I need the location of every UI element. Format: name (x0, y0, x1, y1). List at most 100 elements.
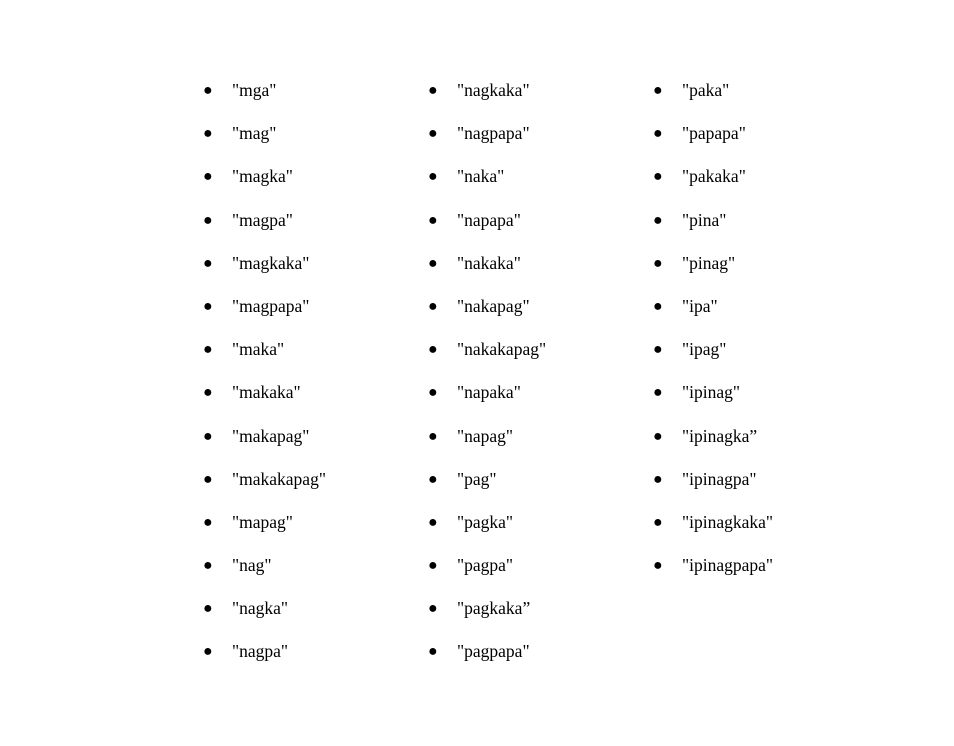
list-item-text: "magpapa" (232, 295, 310, 316)
list-item-text: "mag" (232, 123, 277, 144)
bullet-icon: ● (653, 470, 663, 488)
list-item-text: "pagpa" (457, 555, 514, 576)
list-item: ● "mapag" (203, 501, 326, 544)
bullet-icon: ● (653, 557, 663, 575)
list-item-text: "magkaka" (232, 252, 310, 273)
list-item: ● "papapa" (653, 112, 773, 155)
list-item: ● "ipinagka” (653, 415, 773, 458)
bullet-icon: ● (653, 427, 663, 445)
list-item: ● "pagpa" (428, 544, 546, 587)
list-item-text: "nagpa" (232, 641, 289, 662)
list-item: ● "napaka" (428, 371, 546, 414)
list-item-text: "makaka" (232, 382, 301, 403)
list-item: ● "pagkaka” (428, 587, 546, 630)
list-item: ● "makaka" (203, 371, 326, 414)
list-item-text: "ipinagpapa" (682, 555, 774, 576)
list-item-text: "makapag" (232, 425, 310, 446)
list-item: ● "nagka" (203, 587, 326, 630)
list-item: ● "ipinagpapa" (653, 544, 773, 587)
list-item: ● "napapa" (428, 199, 546, 242)
bullet-icon: ● (428, 427, 438, 445)
bullet-icon: ● (203, 427, 213, 445)
bullet-icon: ● (428, 211, 438, 229)
list-item: ● "magpapa" (203, 285, 326, 328)
bullet-icon: ● (428, 297, 438, 315)
list-item-text: "napapa" (457, 209, 521, 230)
list-item: ● "pinag" (653, 242, 773, 285)
bullet-icon: ● (203, 470, 213, 488)
bullet-icon: ● (203, 82, 213, 99)
prefix-list-column-3: ● "paka" ● "papapa" ● "pakaka" ● "pina" ● "pi… (653, 69, 773, 587)
bullet-icon: ● (653, 211, 663, 229)
list-item: ● "pakaka" (653, 155, 773, 198)
list-item: ● "pina" (653, 199, 773, 242)
list-item: ● "napag" (428, 415, 546, 458)
bullet-icon: ● (203, 125, 213, 143)
list-item-text: "napag" (457, 425, 514, 446)
list-item: ● "nagpapa" (428, 112, 546, 155)
list-item-text: "nagka" (232, 598, 289, 619)
bullet-icon: ● (653, 254, 663, 272)
list-item: ● "maka" (203, 328, 326, 371)
bullet-icon: ● (428, 557, 438, 575)
list-item-text: "nagpapa" (457, 123, 530, 144)
bullet-icon: ● (203, 643, 213, 661)
list-item: ● "nakapag" (428, 285, 546, 328)
bullet-icon: ● (428, 168, 438, 186)
list-item: ● "nakakapag" (428, 328, 546, 371)
bullet-icon: ● (203, 600, 213, 618)
list-item-text: "papapa" (682, 123, 746, 144)
list-item-text: "paka" (682, 80, 730, 100)
list-item-text: "ipag" (682, 339, 727, 360)
list-item: ● "ipag" (653, 328, 773, 371)
list-item-text: "ipinagpa" (682, 468, 757, 489)
prefix-list-column-2: ● "nagkaka" ● "nagpapa" ● "naka" ● "napapa" … (428, 69, 546, 674)
list-item: ● "ipinag" (653, 371, 773, 414)
list-item: ● "pag" (428, 458, 546, 501)
list-item-text: "ipa" (682, 295, 718, 316)
bullet-icon: ● (653, 168, 663, 186)
list-item: ● "ipinagkaka" (653, 501, 773, 544)
list-item: ● "makapag" (203, 415, 326, 458)
bullet-icon: ● (653, 125, 663, 143)
bullet-icon: ● (653, 384, 663, 402)
list-item-text: "napaka" (457, 382, 521, 403)
list-item-text: "magka" (232, 166, 293, 187)
list-item-text: "pakaka" (682, 166, 746, 187)
bullet-icon: ● (653, 82, 663, 99)
bullet-icon: ● (203, 384, 213, 402)
bullet-icon: ● (203, 341, 213, 359)
list-item-text: "makakapag" (232, 468, 326, 489)
bullet-icon: ● (428, 643, 438, 661)
list-item: ● "ipinagpa" (653, 458, 773, 501)
list-item-text: "nag" (232, 555, 272, 576)
bullet-icon: ● (653, 297, 663, 315)
list-item-text: "naka" (457, 166, 505, 187)
list-item-text: "pina" (682, 209, 727, 230)
bullet-icon: ● (203, 168, 213, 186)
list-item-text: "nagkaka" (457, 80, 530, 100)
bullet-icon: ● (203, 211, 213, 229)
bullet-icon: ● (653, 341, 663, 359)
list-item: ● "mga" (203, 69, 326, 112)
bullet-icon: ● (203, 297, 213, 315)
list-item-text: "nakapag" (457, 295, 530, 316)
list-item-text: "pag" (457, 468, 497, 489)
list-item-text: "pagka" (457, 511, 514, 532)
list-item: ● "nagpa" (203, 630, 326, 673)
list-item: ● "mag" (203, 112, 326, 155)
list-item: ● "nagkaka" (428, 69, 546, 112)
list-item: ● "pagka" (428, 501, 546, 544)
bullet-icon: ● (203, 254, 213, 272)
bullet-icon: ● (203, 513, 213, 531)
list-item-text: "ipinagka” (682, 425, 758, 446)
list-item: ● "pagpapa" (428, 630, 546, 673)
list-item: ● "makakapag" (203, 458, 326, 501)
list-item: ● "magkaka" (203, 242, 326, 285)
bullet-icon: ● (428, 341, 438, 359)
list-item-text: "nakaka" (457, 252, 521, 273)
bullet-icon: ● (428, 82, 438, 99)
list-item: ● "nag" (203, 544, 326, 587)
list-item-text: "ipinagkaka" (682, 511, 774, 532)
list-item-text: "pinag" (682, 252, 736, 273)
